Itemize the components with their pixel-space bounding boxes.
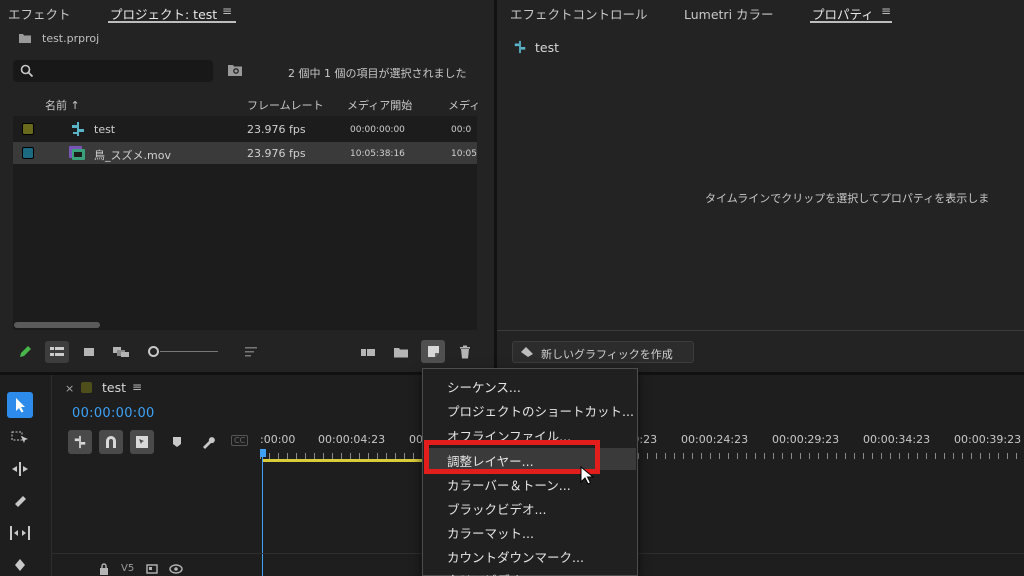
sequence-menu-icon[interactable]: ≡	[132, 380, 142, 394]
track-label: V5	[121, 563, 135, 574]
column-header-name[interactable]: 名前 ↑	[45, 97, 80, 113]
item-name: test	[94, 123, 116, 136]
work-area-bar[interactable]	[262, 459, 424, 462]
add-marker-icon[interactable]	[169, 433, 185, 451]
divider	[497, 330, 1024, 331]
panel-divider[interactable]	[494, 0, 497, 372]
panel-menu-icon[interactable]: ≡	[222, 4, 232, 18]
slip-tool-icon[interactable]	[8, 523, 32, 543]
automate-to-sequence-icon[interactable]	[358, 343, 378, 361]
sequence-icon	[513, 40, 527, 57]
item-name: 鳥_スズメ.mov	[94, 149, 171, 162]
clip-icon	[68, 145, 86, 164]
trash-icon[interactable]	[456, 343, 474, 361]
tab-effects[interactable]: エフェクト	[8, 4, 71, 23]
properties-panel: エフェクトコントロール Lumetri カラー プロパティ ≡ test タイム…	[497, 0, 1024, 372]
list-view-icon[interactable]	[45, 341, 69, 363]
sequence-tab[interactable]: test	[102, 380, 126, 395]
column-header-framerate[interactable]: フレームレート	[247, 97, 324, 113]
menu-item-sequence[interactable]: シーケンス...	[447, 377, 521, 396]
sequence-icon	[70, 121, 86, 140]
graphic-icon	[520, 346, 534, 361]
column-header-media-start[interactable]: メディア開始	[347, 97, 412, 113]
ruler-label: :00:00	[260, 433, 296, 446]
track-select-tool-icon[interactable]	[8, 427, 32, 447]
sequence-color-swatch	[81, 382, 92, 393]
ruler-label: 00:00:39:23	[954, 433, 1022, 446]
ripple-edit-tool-icon[interactable]	[8, 459, 32, 479]
timecode-display[interactable]: 00:00:00:00	[72, 406, 155, 421]
label-color-swatch[interactable]	[22, 147, 34, 159]
menu-item-color-matte[interactable]: カラーマット...	[447, 523, 534, 542]
folder-icon	[18, 32, 32, 47]
active-tab-underline	[108, 21, 236, 23]
menu-item-transparent-video[interactable]: クリアビデオ...	[447, 570, 534, 576]
zoom-slider-track[interactable]	[160, 351, 218, 352]
pen-tool-icon[interactable]	[8, 555, 32, 575]
panel-menu-icon[interactable]: ≡	[881, 4, 891, 18]
active-tab-underline	[810, 21, 892, 23]
new-graphic-label: 新しいグラフィックを作成	[541, 348, 673, 361]
label-color-swatch[interactable]	[22, 123, 34, 135]
menu-item-countdown[interactable]: カウントダウンマーク...	[447, 547, 584, 566]
list-item[interactable]: test 23.976 fps 00:00:00:00 00:0	[13, 118, 477, 140]
wrench-icon[interactable]	[199, 433, 217, 451]
empty-state-message: タイムラインでクリップを選択してプロパティを表示しま	[705, 192, 990, 205]
ruler-label: 00:00:34:23	[863, 433, 931, 446]
menu-item-black-video[interactable]: ブラックビデオ...	[447, 499, 546, 518]
razor-tool-icon[interactable]	[8, 491, 32, 511]
new-bin-icon[interactable]	[391, 343, 411, 361]
mouse-cursor-icon	[580, 465, 595, 489]
menu-item-bars-and-tone[interactable]: カラーバー＆トーン...	[447, 475, 571, 494]
project-file-name: test.prproj	[42, 32, 100, 45]
lock-icon[interactable]	[97, 562, 111, 576]
eye-icon[interactable]	[168, 562, 184, 576]
highlight-annotation-box	[424, 440, 600, 474]
sort-icon[interactable]	[242, 343, 260, 361]
new-item-icon[interactable]	[421, 340, 445, 363]
new-search-bin-icon[interactable]	[227, 63, 243, 80]
close-tab-icon[interactable]: ×	[65, 382, 74, 395]
search-input[interactable]	[13, 60, 213, 82]
horizontal-scrollbar[interactable]	[14, 322, 100, 328]
item-media-end: 00:0	[451, 125, 472, 135]
ruler-label: 00:00:24:23	[681, 433, 749, 446]
search-icon	[20, 64, 34, 81]
item-media-start: 00:00:00:00	[350, 125, 405, 135]
snap-icon[interactable]	[99, 430, 123, 454]
linked-selection-icon[interactable]	[130, 430, 154, 454]
freeform-view-icon[interactable]	[110, 343, 132, 361]
item-media-start: 10:05:38:16	[350, 149, 405, 159]
list-item[interactable]: 鳥_スズメ.mov 23.976 fps 10:05:38:16 10:05	[13, 142, 477, 164]
sync-lock-icon[interactable]	[145, 562, 159, 576]
item-fps: 23.976 fps	[247, 147, 306, 160]
item-fps: 23.976 fps	[247, 123, 306, 136]
sequence-name: test	[535, 40, 560, 55]
tab-lumetri-color[interactable]: Lumetri カラー	[684, 4, 774, 23]
selection-tool-icon[interactable]	[7, 392, 33, 418]
captions-icon[interactable]: CC	[231, 435, 249, 446]
icon-view-icon[interactable]	[80, 343, 98, 361]
pencil-icon[interactable]	[16, 343, 34, 361]
menu-item-project-shortcut[interactable]: プロジェクトのショートカット...	[447, 401, 634, 420]
playhead-handle[interactable]	[260, 449, 266, 457]
new-graphic-button[interactable]: 新しいグラフィックを作成	[512, 341, 694, 363]
project-panel: エフェクト プロジェクト: test ≡ test.prproj 2 個中 1 …	[0, 0, 494, 372]
tab-effect-controls[interactable]: エフェクトコントロール	[510, 4, 648, 23]
nest-sequence-icon[interactable]	[68, 430, 92, 454]
playhead-line	[262, 457, 263, 576]
ruler-label: 00:00:29:23	[772, 433, 840, 446]
ruler-label: 00:00:04:23	[318, 433, 386, 446]
column-header-media-end[interactable]: メディ	[448, 97, 480, 113]
time-ruler[interactable]: :00:00 00:00:04:23 00:00:09 00:00:19:23 …	[260, 427, 1024, 461]
selection-status: 2 個中 1 個の項目が選択されました	[288, 67, 467, 80]
zoom-slider-handle[interactable]	[148, 346, 159, 357]
item-media-end: 10:05	[451, 149, 477, 159]
